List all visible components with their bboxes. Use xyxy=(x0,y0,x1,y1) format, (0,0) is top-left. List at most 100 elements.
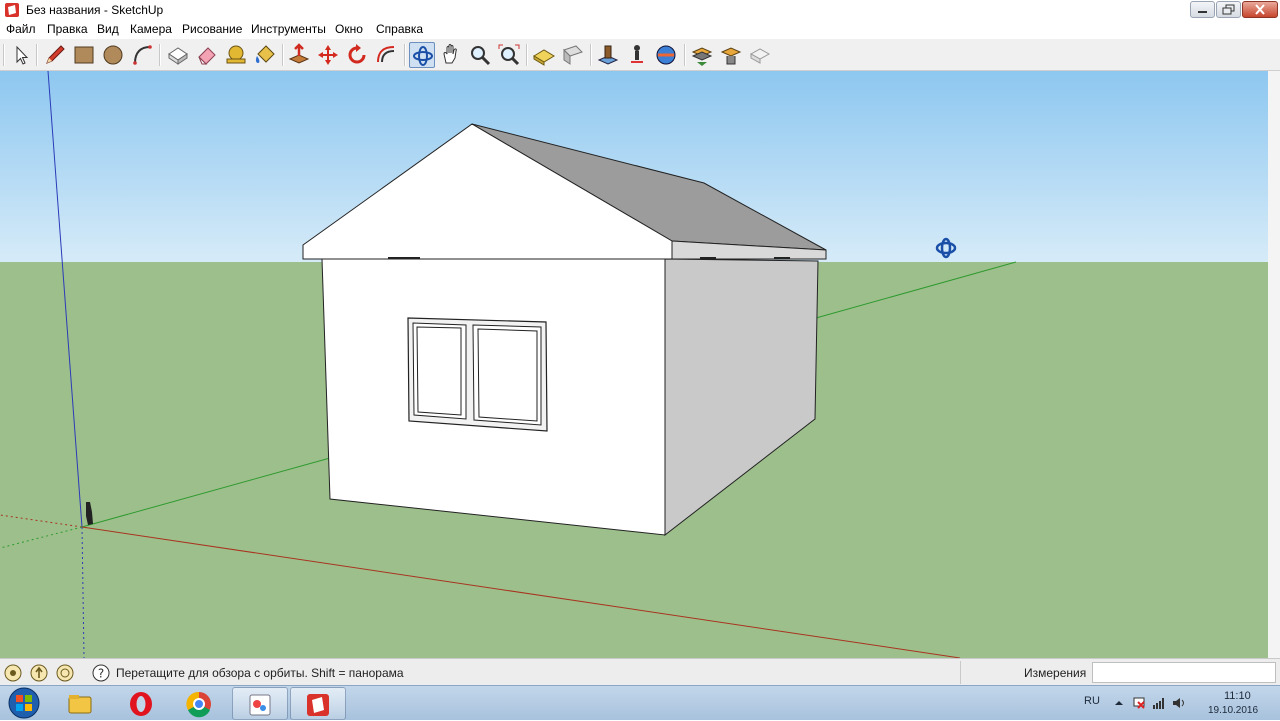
maximize-button[interactable] xyxy=(1216,1,1241,18)
make-component-button[interactable] xyxy=(165,42,191,68)
rectangle-tool-button[interactable] xyxy=(71,42,97,68)
toolbar-separator xyxy=(36,44,38,66)
move-icon xyxy=(318,45,338,65)
vertical-scrollbar[interactable] xyxy=(1268,71,1280,658)
scene-canvas xyxy=(0,71,1268,658)
orbit-tool-button[interactable] xyxy=(409,42,435,68)
taskbar-sketchup[interactable] xyxy=(290,687,346,720)
user-icon[interactable] xyxy=(55,663,75,683)
taskbar-chrome[interactable] xyxy=(172,687,228,720)
section-cut-icon xyxy=(720,47,742,65)
offset-icon xyxy=(377,46,395,63)
sandbox-icon xyxy=(533,49,555,66)
svg-text:?: ? xyxy=(98,667,104,681)
section-fill-icon xyxy=(749,48,771,64)
show-hidden-icons-icon[interactable] xyxy=(1112,696,1126,710)
figure-icon xyxy=(597,45,619,65)
clock-date[interactable]: 19.10.2016 xyxy=(1208,705,1258,716)
sketchup-window: Без названия - SketchUp Файл Правка Вид … xyxy=(0,0,1280,720)
chrome-icon xyxy=(186,691,211,718)
circle-tool-button[interactable] xyxy=(100,42,126,68)
rotate-tool-button[interactable] xyxy=(344,42,370,68)
toolbar-separator xyxy=(282,44,284,66)
position-camera-button[interactable] xyxy=(624,42,650,68)
circle-icon xyxy=(103,45,123,65)
shapes-button[interactable] xyxy=(560,42,586,68)
sandbox-button[interactable] xyxy=(531,42,557,68)
restore-icon xyxy=(1222,4,1235,15)
look-around-button[interactable] xyxy=(653,42,679,68)
toolbar-separator xyxy=(404,44,406,66)
menu-help[interactable]: Справка xyxy=(376,22,423,36)
arc-icon xyxy=(133,45,152,65)
language-indicator[interactable]: RU xyxy=(1084,695,1100,707)
push-pull-button[interactable] xyxy=(286,42,312,68)
menu-edit[interactable]: Правка xyxy=(47,22,88,36)
pan-tool-button[interactable] xyxy=(438,42,464,68)
section-cut-button[interactable] xyxy=(718,42,744,68)
tape-measure-icon xyxy=(226,45,246,64)
toolbar-separator xyxy=(684,44,686,66)
tape-measure-button[interactable] xyxy=(223,42,249,68)
menu-file[interactable]: Файл xyxy=(6,22,36,36)
title-bar: Без названия - SketchUp xyxy=(0,0,1280,20)
menu-tools[interactable]: Инструменты xyxy=(251,22,326,36)
help-icon[interactable]: ? xyxy=(91,663,111,683)
window-pane-left[interactable] xyxy=(412,322,467,420)
select-tool-button[interactable] xyxy=(8,42,34,68)
window-title: Без названия - SketchUp xyxy=(26,3,164,17)
zoom-tool-button[interactable] xyxy=(467,42,493,68)
credits-icon[interactable] xyxy=(29,663,49,683)
zoom-extents-button[interactable] xyxy=(496,42,522,68)
system-tray: RU 11:10 19.10.2016 xyxy=(1076,686,1280,721)
paint-icon xyxy=(249,694,271,716)
window-pane-right[interactable] xyxy=(472,324,542,426)
paint-bucket-button[interactable] xyxy=(252,42,278,68)
arc-tool-button[interactable] xyxy=(129,42,155,68)
status-divider xyxy=(960,661,961,684)
rotate-icon xyxy=(348,44,366,64)
toolbar-grip xyxy=(3,44,5,66)
look-around-icon xyxy=(656,45,676,65)
toolbar-separator xyxy=(526,44,528,66)
menu-camera[interactable]: Камера xyxy=(130,22,172,36)
network-icon[interactable] xyxy=(1152,696,1166,710)
start-button[interactable] xyxy=(2,686,46,721)
menu-view[interactable]: Вид xyxy=(97,22,119,36)
close-icon xyxy=(1255,4,1265,15)
rectangle-icon xyxy=(74,46,94,64)
volume-icon[interactable] xyxy=(1172,696,1186,710)
menu-draw[interactable]: Рисование xyxy=(182,22,242,36)
position-camera-icon xyxy=(631,45,643,63)
eraser-icon xyxy=(198,47,216,65)
pencil-icon xyxy=(46,45,65,64)
taskbar-opera[interactable] xyxy=(114,687,170,720)
close-button[interactable] xyxy=(1242,1,1278,18)
clock-time[interactable]: 11:10 xyxy=(1224,690,1251,702)
paint-bucket-icon xyxy=(255,45,275,63)
pencil-tool-button[interactable] xyxy=(42,42,68,68)
model-viewport[interactable] xyxy=(0,71,1268,658)
geo-location-icon[interactable] xyxy=(3,663,23,683)
pan-icon xyxy=(443,44,457,64)
main-toolbar xyxy=(0,39,1280,71)
shapes-icon xyxy=(563,45,583,65)
section-fill-button[interactable] xyxy=(747,42,773,68)
move-tool-button[interactable] xyxy=(315,42,341,68)
toolbar-separator xyxy=(159,44,161,66)
minimize-icon xyxy=(1198,11,1207,13)
menu-bar: Файл Правка Вид Камера Рисование Инструм… xyxy=(0,20,1280,39)
taskbar-paint[interactable] xyxy=(232,687,288,720)
eraser-tool-button[interactable] xyxy=(194,42,220,68)
taskbar-explorer[interactable] xyxy=(53,687,109,720)
sketchup-icon xyxy=(307,694,329,716)
action-center-icon[interactable] xyxy=(1132,696,1146,710)
figure-button[interactable] xyxy=(595,42,621,68)
measurements-input[interactable] xyxy=(1092,662,1276,683)
zoom-extents-icon xyxy=(498,44,520,66)
minimize-button[interactable] xyxy=(1190,1,1215,18)
menu-window[interactable]: Окно xyxy=(335,22,363,36)
orbit-icon xyxy=(413,46,433,66)
offset-tool-button[interactable] xyxy=(373,42,399,68)
section-plane-button[interactable] xyxy=(689,42,715,68)
